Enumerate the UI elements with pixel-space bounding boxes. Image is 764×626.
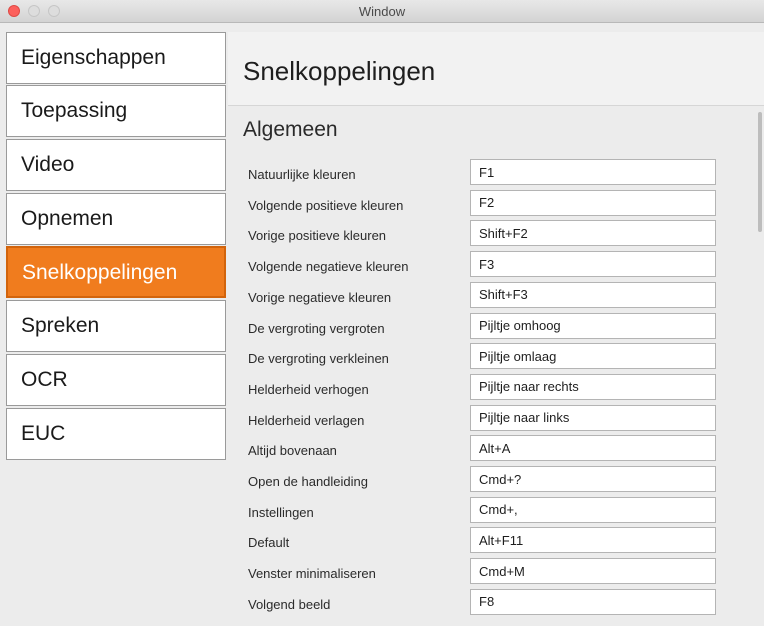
sidebar-item-toepassing[interactable]: Toepassing [6,85,226,137]
shortcut-key-field[interactable] [470,404,716,431]
sidebar-item-spreken[interactable]: Spreken [6,300,226,352]
shortcut-label: Altijd bovenaan [248,443,337,459]
sidebar-item-eigenschappen[interactable]: Eigenschappen [6,32,226,84]
shortcut-key-field[interactable] [470,251,716,278]
shortcut-key-field[interactable] [470,496,716,523]
shortcut-key-field[interactable] [470,281,716,308]
shortcut-key-field[interactable] [470,558,716,585]
shortcut-label: Venster minimaliseren [248,566,376,582]
shortcut-row: Volgende negatieve kleuren [228,251,738,281]
shortcut-key-field[interactable] [470,466,716,492]
shortcut-label: Volgende negatieve kleuren [248,259,409,275]
shortcut-label: De vergroting verkleinen [248,351,389,367]
shortcut-label: Vorige negatieve kleuren [248,289,392,305]
shortcut-label: De vergroting vergroten [248,320,385,336]
shortcut-key-field[interactable] [470,159,716,185]
shortcut-key-field[interactable] [470,343,716,370]
shortcut-key-field[interactable] [470,189,716,216]
shortcut-row: Natuurlijke kleuren [228,159,738,189]
sidebar-item-opnemen[interactable]: Opnemen [6,193,226,245]
shortcut-key-field[interactable] [470,312,716,339]
shortcut-label: Volgende positieve kleuren [248,197,404,213]
shortcut-label: Vorige positieve kleuren [248,228,387,244]
sidebar-item-snelkoppelingen[interactable]: Snelkoppelingen [6,246,226,298]
title-bar: Window [0,0,764,23]
shortcut-row: De vergroting vergroten [228,312,738,343]
shortcut-label: Open de handleiding [248,474,368,489]
shortcut-row: Default [228,527,738,557]
shortcut-key-field[interactable] [470,527,716,554]
shortcut-row: De vergroting verkleinen [228,343,738,373]
shortcut-key-field[interactable] [470,588,716,615]
shortcut-label: Volgend beeld [248,596,331,612]
shortcut-label: Instellingen [248,504,314,520]
shortcut-key-field[interactable] [470,220,716,247]
page-title: Snelkoppelingen [243,56,436,86]
shortcut-key-field[interactable] [470,373,716,400]
shortcut-row: Venster minimaliseren [228,558,738,588]
window-title: Window [358,4,406,19]
shortcut-row: Open de handleiding [228,466,738,496]
section-title: Algemeen [243,118,338,141]
shortcut-label: Helderheid verhogen [248,381,369,397]
sidebar-item-ocr[interactable]: OCR [6,354,226,406]
shortcut-label: Natuurlijke kleuren [248,167,356,182]
shortcut-key-field[interactable] [470,435,716,462]
shortcut-row: Altijd bovenaan [228,435,738,465]
shortcut-row: Instellingen [228,496,738,527]
sidebar-item-video[interactable]: Video [6,139,226,191]
shortcut-row: Volgende positieve kleuren [228,189,738,220]
shortcut-row: Volgend beeld [228,588,738,619]
shortcut-label: Default [248,535,290,551]
shortcut-row: Vorige negatieve kleuren [228,281,738,312]
vertical-scrollbar[interactable] [758,112,762,232]
shortcut-row: Vorige positieve kleuren [228,220,738,250]
settings-panel: Snelkoppelingen Algemeen Natuurlijke kle… [228,32,764,626]
shortcut-row: Helderheid verlagen [228,404,738,435]
sidebar-item-euc[interactable]: EUC [6,408,226,460]
panel-header: Snelkoppelingen [228,32,764,106]
shortcut-row: Helderheid verhogen [228,373,738,404]
shortcut-label: Helderheid verlagen [248,412,365,428]
